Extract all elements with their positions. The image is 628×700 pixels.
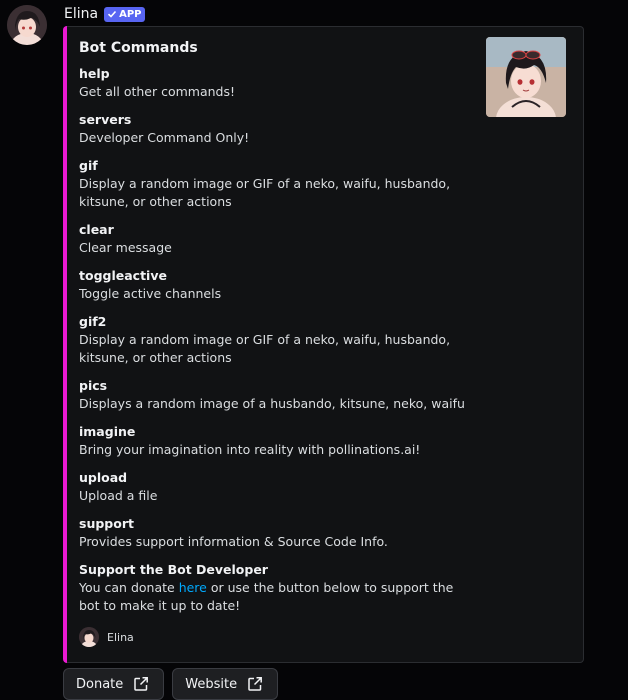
field-name: toggleactive xyxy=(79,268,167,283)
donate-button-label: Donate xyxy=(76,676,124,692)
field-name: upload xyxy=(79,470,128,485)
footer-avatar xyxy=(79,627,99,647)
donate-here-link[interactable]: here xyxy=(179,580,207,595)
field-value: Display a random image or GIF of a neko,… xyxy=(79,332,451,365)
field-name: gif2 xyxy=(79,314,107,329)
field-value: Display a random image or GIF of a neko,… xyxy=(79,176,451,209)
field-name: imagine xyxy=(79,424,136,439)
external-link-icon xyxy=(248,677,263,691)
embed-field: toggleactive Toggle active channels xyxy=(79,267,479,303)
field-name: gif xyxy=(79,158,98,173)
field-value: Get all other commands! xyxy=(79,84,236,99)
embed-field: clear Clear message xyxy=(79,221,479,257)
field-name: pics xyxy=(79,378,108,393)
field-name: support xyxy=(79,516,134,531)
field-value: Toggle active channels xyxy=(79,286,222,301)
embed-field: imagine Bring your imagination into real… xyxy=(79,423,479,459)
field-value: You can donate here or use the button be… xyxy=(79,579,469,615)
field-name: Support the Bot Developer xyxy=(79,562,268,577)
app-badge-label: APP xyxy=(119,8,142,20)
bot-avatar[interactable] xyxy=(7,5,47,45)
website-button[interactable]: Website xyxy=(172,668,279,700)
embed-field: support Provides support information & S… xyxy=(79,515,479,551)
field-value: Bring your imagination into reality with… xyxy=(79,442,421,457)
field-value: Displays a random image of a husbando, k… xyxy=(79,396,465,411)
field-value: Clear message xyxy=(79,240,172,255)
embed-accent-bar xyxy=(63,26,67,663)
field-value: Provides support information & Source Co… xyxy=(79,534,388,549)
embed-field: pics Displays a random image of a husban… xyxy=(79,377,479,413)
field-name: help xyxy=(79,66,110,81)
embed-field: help Get all other commands! xyxy=(79,65,479,101)
embed-field: upload Upload a file xyxy=(79,469,479,505)
embed-field-support: Support the Bot Developer You can donate… xyxy=(79,561,479,615)
donate-button[interactable]: Donate xyxy=(63,668,165,700)
footer-text: Elina xyxy=(107,630,134,644)
field-value: Upload a file xyxy=(79,488,158,503)
verified-check-icon xyxy=(108,10,117,18)
field-name: servers xyxy=(79,112,132,127)
field-value: Developer Command Only! xyxy=(79,130,250,145)
embed-content: Bot Commands help Get all other commands… xyxy=(79,39,479,625)
message-header: Elina APP xyxy=(64,4,146,24)
embed-thumbnail[interactable] xyxy=(486,37,566,117)
embed-field: gif Display a random image or GIF of a n… xyxy=(79,157,479,211)
website-button-label: Website xyxy=(185,676,238,692)
embed-title: Bot Commands xyxy=(79,40,198,56)
username[interactable]: Elina xyxy=(64,6,98,22)
app-badge: APP xyxy=(104,6,146,22)
support-text-before: You can donate xyxy=(79,580,179,595)
field-name: clear xyxy=(79,222,114,237)
embed-footer: Elina xyxy=(79,627,134,647)
embed-field: servers Developer Command Only! xyxy=(79,111,479,147)
embed: Bot Commands help Get all other commands… xyxy=(63,26,584,663)
external-link-icon xyxy=(134,677,149,691)
action-buttons: Donate Website xyxy=(63,668,279,700)
embed-field: gif2 Display a random image or GIF of a … xyxy=(79,313,479,367)
